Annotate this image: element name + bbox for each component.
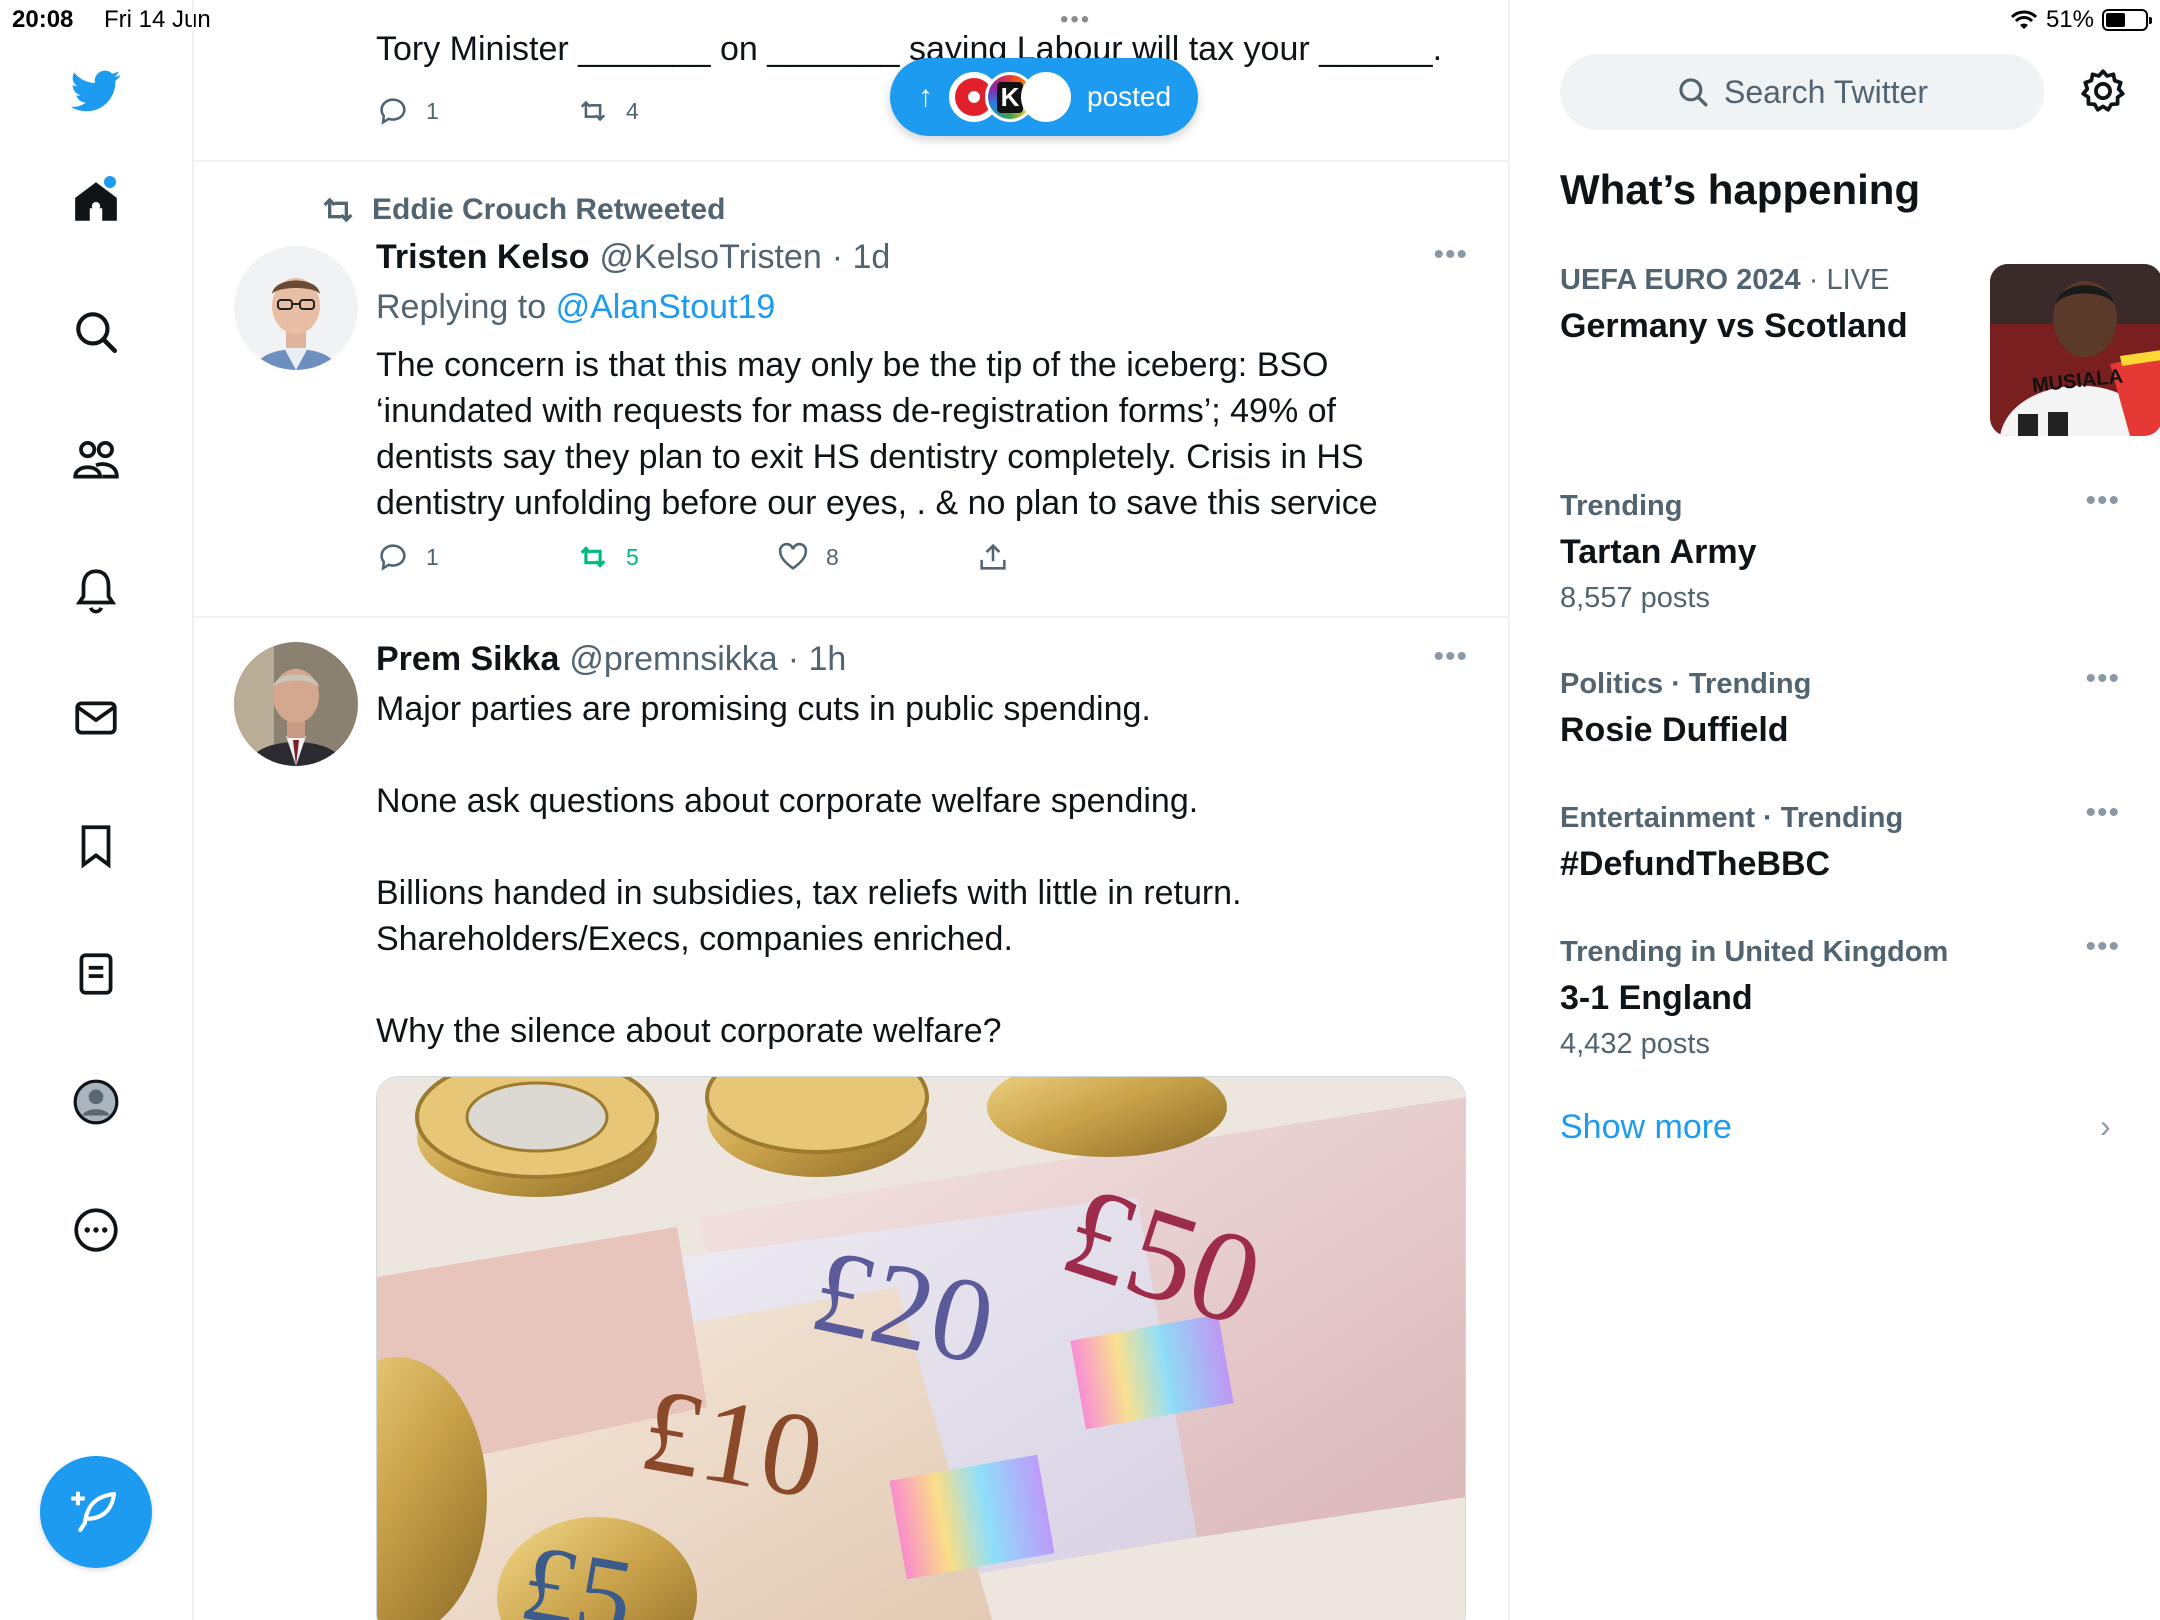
more-options-icon[interactable]: •••: [2085, 930, 2120, 964]
trend-category: Entertainment · Trending: [1560, 802, 1904, 834]
lists-icon[interactable]: [66, 944, 126, 1004]
tweet-actions: 1 4: [376, 94, 776, 128]
heart-icon: [778, 542, 808, 570]
communities-icon[interactable]: [66, 430, 126, 490]
trend-post-count: 4,432 posts: [1560, 1028, 1710, 1060]
twitter-logo-icon[interactable]: [66, 60, 126, 120]
tweet-partial[interactable]: Tory Minister _______ on _______ saying …: [194, 0, 1508, 162]
more-icon[interactable]: [66, 1200, 126, 1260]
trend-category: Politics · Trending: [1560, 668, 1812, 700]
show-more-link[interactable]: Show more: [1560, 1108, 1732, 1147]
retweet-icon: [323, 197, 353, 223]
retweet-icon: [580, 100, 606, 122]
avatar[interactable]: [234, 642, 358, 766]
replying-to: Replying to @AlanStout19: [376, 288, 775, 327]
author-name[interactable]: Tristen Kelso: [376, 238, 590, 277]
compose-button[interactable]: [40, 1456, 152, 1568]
messages-envelope-icon[interactable]: [66, 688, 126, 748]
retweet-icon: [580, 546, 606, 568]
trend-category: Trending: [1560, 490, 1683, 522]
tweet-text: The concern is that this may only be the…: [376, 346, 1378, 522]
notifications-bell-icon[interactable]: [66, 560, 126, 620]
tweet-time[interactable]: · 1h: [788, 640, 847, 679]
trend-item[interactable]: Entertainment · Trending #DefundTheBBC •…: [1560, 796, 2120, 884]
retweeted-by: Eddie Crouch Retweeted: [318, 190, 725, 230]
trend-post-count: 8,557 posts: [1560, 582, 1710, 614]
right-sidebar: Search Twitter What’s happening UEFA EUR…: [1510, 0, 2160, 1620]
timeline: Tory Minister _______ on _______ saying …: [194, 0, 1510, 1620]
like-button[interactable]: 8: [776, 540, 976, 574]
profile-avatar-icon[interactable]: [66, 1072, 126, 1132]
tweet-time[interactable]: · 1d: [832, 238, 891, 277]
trend-category: Trending in United Kingdom: [1560, 936, 1949, 968]
trend-title: Tartan Army: [1560, 533, 1757, 571]
retweet-button[interactable]: 4: [576, 94, 776, 128]
author-handle[interactable]: @KelsoTristen: [600, 238, 822, 277]
settings-gear-icon[interactable]: [2078, 66, 2128, 116]
tweet-header: Tristen Kelso @KelsoTristen · 1d: [376, 238, 890, 277]
new-posts-pill[interactable]: ↑ K posted: [890, 58, 1198, 136]
reply-count: 1: [426, 97, 439, 124]
retweet-button[interactable]: 5: [576, 540, 776, 574]
trend-title: Rosie Duffield: [1560, 711, 1789, 749]
share-button[interactable]: [976, 540, 1176, 574]
more-options-icon[interactable]: •••: [2085, 484, 2120, 518]
tweet-text: Major parties are promising cuts in publ…: [376, 690, 1242, 1050]
search-placeholder: Search Twitter: [1724, 73, 1928, 110]
trend-category-label: UEFA EURO 2024: [1560, 264, 1801, 296]
pill-avatars: K: [949, 72, 1071, 122]
notification-dot: [104, 176, 116, 188]
bookmarks-icon[interactable]: [66, 816, 126, 876]
replying-to-handle[interactable]: @AlanStout19: [556, 288, 776, 326]
like-count: 8: [826, 543, 839, 570]
retweet-count: 5: [626, 543, 639, 570]
live-badge: · LIVE: [1808, 264, 1890, 296]
trend-title: #DefundTheBBC: [1560, 845, 1831, 883]
more-options-icon[interactable]: •••: [1433, 640, 1468, 674]
banknotes-coins-image: £50 £20 £10 £5: [377, 1077, 1465, 1620]
more-options-icon[interactable]: •••: [1433, 238, 1468, 272]
trend-item[interactable]: Trending Tartan Army 8,557 posts •••: [1560, 484, 2120, 615]
share-icon: [980, 543, 1006, 570]
tweet-actions: 1 5 8: [376, 540, 1176, 574]
search-input[interactable]: Search Twitter: [1560, 54, 2044, 130]
search-icon: [1679, 78, 1708, 107]
note-value-5: £5: [513, 1520, 643, 1620]
trend-item[interactable]: Politics · Trending Rosie Duffield •••: [1560, 662, 2120, 750]
author-handle[interactable]: @premnsikka: [569, 640, 777, 679]
tweet[interactable]: Prem Sikka @premnsikka · 1h ••• Major pa…: [194, 618, 1508, 1620]
replying-to-label: Replying to: [376, 288, 547, 326]
reply-icon: [380, 98, 406, 125]
chevron-right-icon[interactable]: ›: [2100, 1108, 2111, 1145]
reply-icon: [380, 544, 406, 571]
tweet-header: Prem Sikka @premnsikka · 1h: [376, 640, 846, 679]
left-navigation: [0, 0, 194, 1620]
more-options-icon[interactable]: •••: [2085, 662, 2120, 696]
tweet-media-image[interactable]: £50 £20 £10 £5: [376, 1076, 1466, 1620]
more-options-icon[interactable]: •••: [2085, 796, 2120, 830]
posted-label: posted: [1087, 81, 1172, 112]
retweet-count: 4: [626, 97, 639, 124]
reply-button[interactable]: 1: [376, 94, 576, 128]
compose-feather-icon: [71, 1491, 117, 1533]
trend-image: MUSIALA: [1990, 264, 2160, 436]
tweet[interactable]: Eddie Crouch Retweeted Tristen Kelso @Ke…: [194, 162, 1508, 618]
arrow-up-icon: ↑: [918, 80, 933, 113]
reply-button[interactable]: 1: [376, 540, 576, 574]
reply-count: 1: [426, 543, 439, 570]
trend-title: 3-1 England: [1560, 979, 1753, 1017]
home-icon[interactable]: [66, 172, 126, 232]
trend-item[interactable]: UEFA EURO 2024 · LIVE Germany vs Scotlan…: [1560, 264, 2160, 444]
author-name[interactable]: Prem Sikka: [376, 640, 559, 679]
avatar: [1021, 72, 1071, 122]
whats-happening-title: What’s happening: [1560, 166, 1921, 213]
search-icon[interactable]: [66, 302, 126, 362]
trend-item[interactable]: Trending in United Kingdom 3-1 England 4…: [1560, 930, 2120, 1061]
retweeted-by-label: Eddie Crouch Retweeted: [372, 193, 726, 226]
avatar[interactable]: [234, 246, 358, 370]
